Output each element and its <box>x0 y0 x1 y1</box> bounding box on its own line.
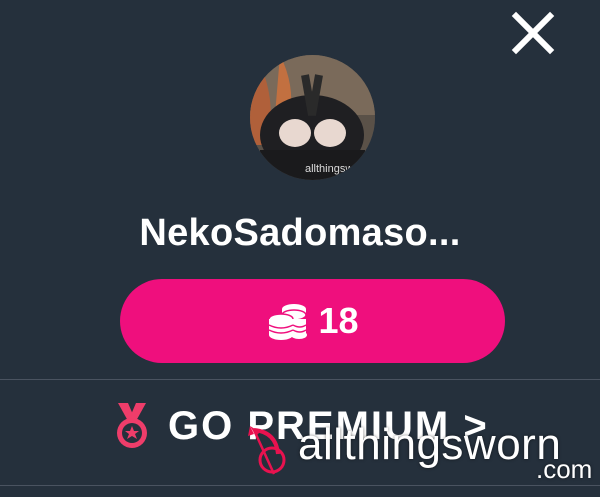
medal-icon <box>117 403 147 448</box>
username: NekoSadomaso... <box>139 212 461 254</box>
coin-count: 18 <box>318 300 359 341</box>
coins-icon <box>268 304 308 340</box>
bottom-divider <box>0 485 600 486</box>
coins-button[interactable]: 18 <box>120 279 505 363</box>
avatar-image: allthingsworn <box>250 55 375 180</box>
go-premium-label: GO PREMIUM > <box>168 403 489 448</box>
watermark-suffix: .com <box>536 454 593 484</box>
go-premium-link[interactable]: GO PREMIUM > <box>110 396 489 456</box>
close-icon <box>511 11 555 55</box>
close-button[interactable] <box>510 10 556 56</box>
avatar-watermark: allthingsworn <box>305 163 369 175</box>
avatar[interactable]: allthingsworn <box>250 55 375 180</box>
divider <box>0 379 600 380</box>
